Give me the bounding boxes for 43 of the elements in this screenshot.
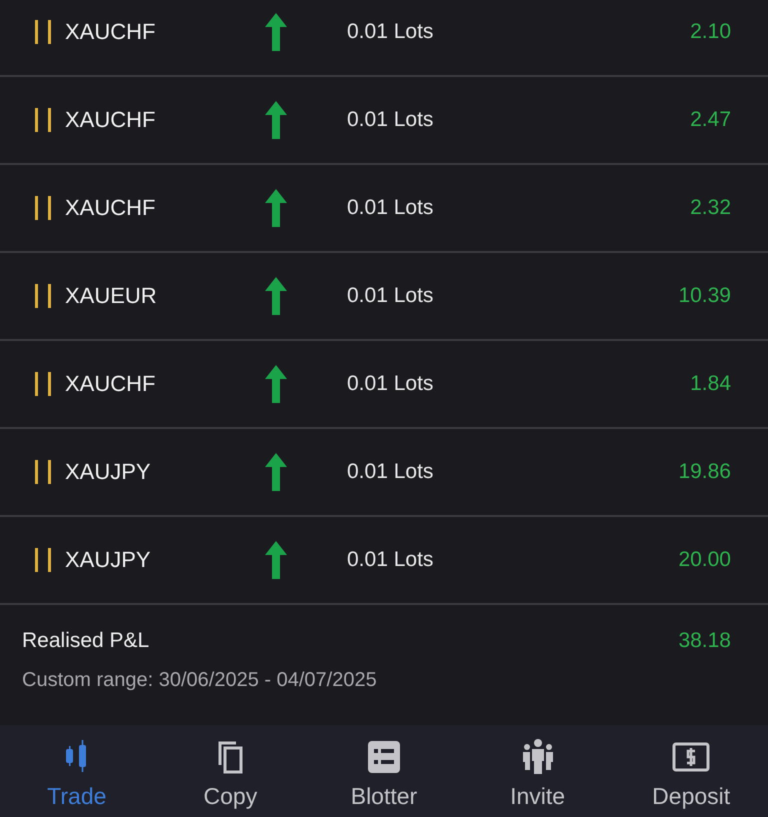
symbol-label: XAUCHF — [65, 107, 156, 133]
up-arrow-icon — [265, 101, 287, 139]
pause-icon — [33, 372, 53, 396]
volume-label: 0.01 Lots — [347, 548, 434, 572]
volume-label: 0.01 Lots — [347, 20, 434, 44]
pause-icon — [33, 108, 53, 132]
realised-pl-label: Realised P&L — [22, 629, 150, 653]
volume-label: 0.01 Lots — [347, 372, 434, 396]
profit-value: 19.86 — [678, 460, 731, 484]
profit-value: 2.10 — [690, 20, 731, 44]
nav-tab[interactable]: Blotter — [307, 737, 461, 817]
pause-icon — [33, 460, 53, 484]
pause-icon — [33, 196, 53, 220]
pause-icon — [33, 548, 53, 572]
volume-label: 0.01 Lots — [347, 460, 434, 484]
profit-value: 2.47 — [690, 108, 731, 132]
profit-value: 20.00 — [678, 548, 731, 572]
symbol-label: XAUJPY — [65, 547, 152, 573]
realised-pl-value: 38.18 — [678, 629, 731, 653]
pause-icon — [33, 284, 53, 308]
up-arrow-icon — [265, 365, 287, 403]
pause-icon — [33, 20, 53, 44]
profit-value: 10.39 — [678, 284, 731, 308]
up-arrow-icon — [265, 453, 287, 491]
up-arrow-icon — [265, 541, 287, 579]
nav-tab[interactable]: Deposit — [614, 737, 768, 817]
nav-tab[interactable]: Invite — [460, 737, 614, 817]
symbol-label: XAUCHF — [65, 371, 156, 397]
nav-tab[interactable]: Trade — [0, 737, 154, 817]
symbol-label: XAUEUR — [65, 283, 158, 309]
profit-value: 1.84 — [690, 372, 731, 396]
volume-label: 0.01 Lots — [347, 108, 434, 132]
profit-value: 2.32 — [690, 196, 731, 220]
symbol-label: XAUJPY — [65, 459, 152, 485]
symbol-label: XAUCHF — [65, 19, 156, 45]
up-arrow-icon — [265, 13, 287, 51]
volume-label: 0.01 Lots — [347, 196, 434, 220]
volume-label: 0.01 Lots — [347, 284, 434, 308]
nav-tab[interactable]: Copy — [154, 737, 308, 817]
up-arrow-icon — [265, 189, 287, 227]
symbol-label: XAUCHF — [65, 195, 156, 221]
date-range-label: Custom range: 30/06/2025 - 04/07/2025 — [22, 669, 378, 692]
up-arrow-icon — [265, 277, 287, 315]
